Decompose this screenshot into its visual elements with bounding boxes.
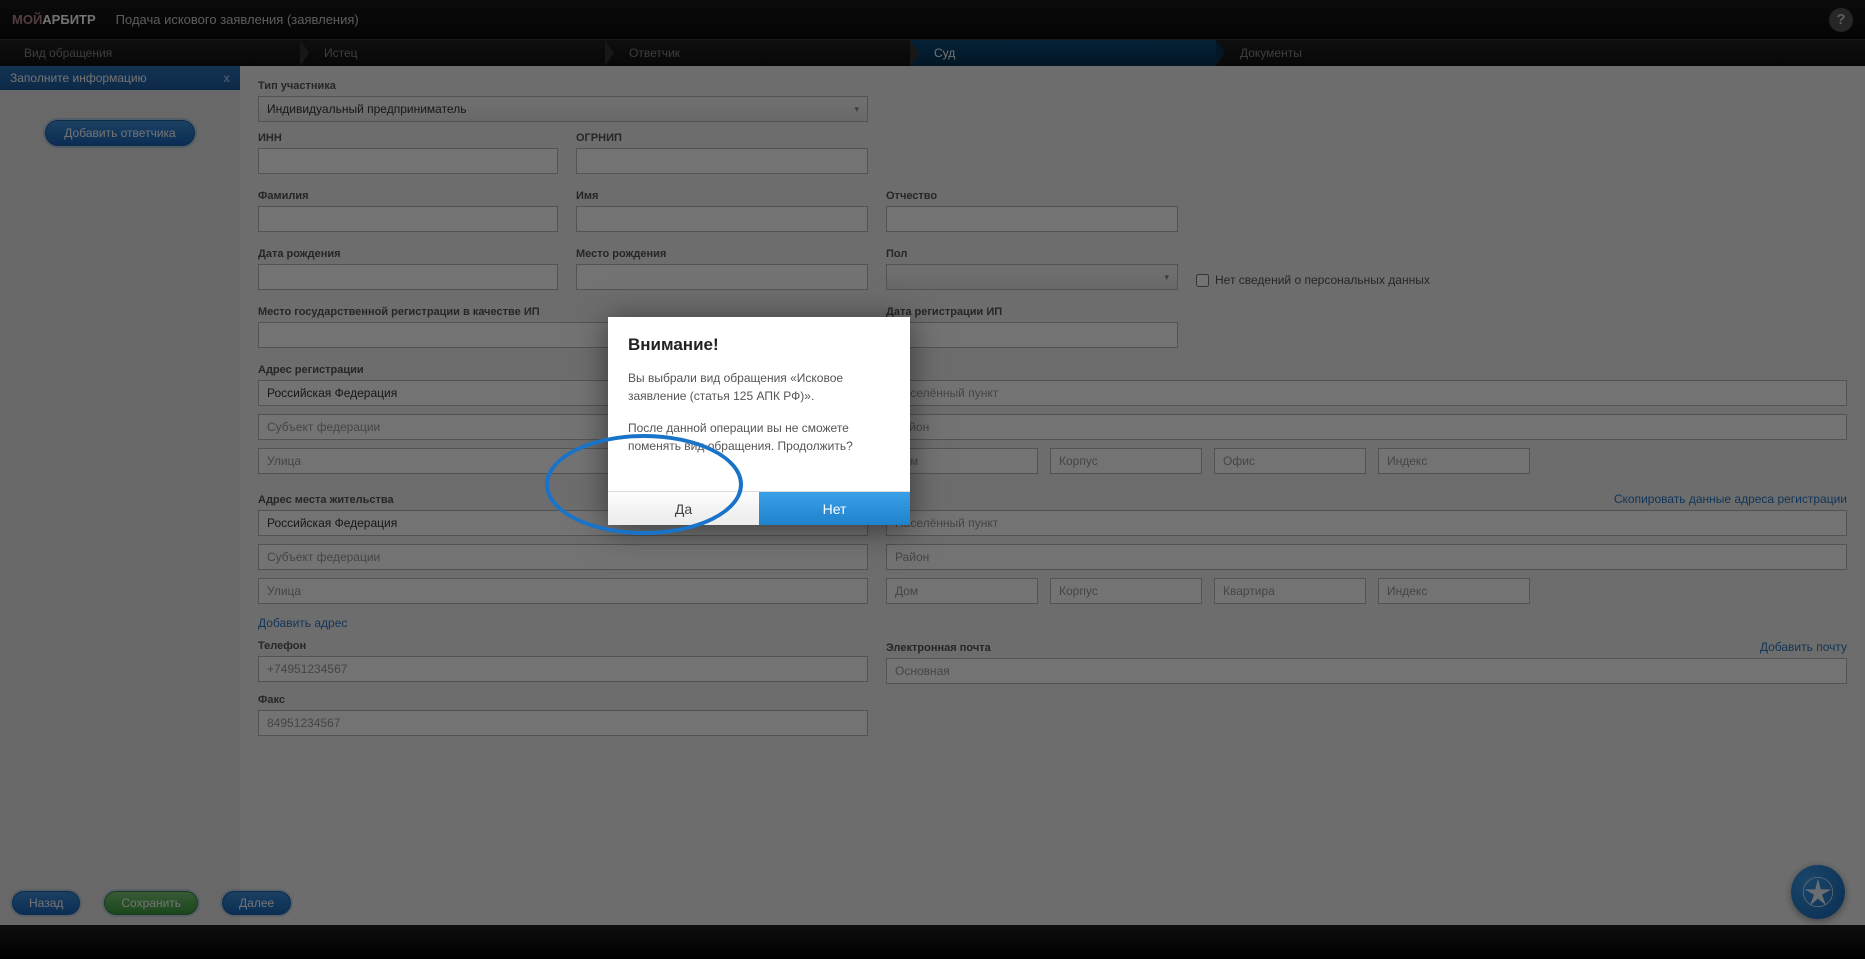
modal-yes-button[interactable]: Да: [608, 492, 759, 525]
modal-title: Внимание!: [628, 335, 890, 355]
modal-text-2: После данной операции вы не сможете поме…: [628, 419, 890, 455]
confirm-modal: Внимание! Вы выбрали вид обращения «Иско…: [608, 317, 910, 525]
modal-no-button[interactable]: Нет: [759, 492, 910, 525]
modal-overlay[interactable]: [0, 0, 1865, 959]
modal-text-1: Вы выбрали вид обращения «Исковое заявле…: [628, 369, 890, 405]
